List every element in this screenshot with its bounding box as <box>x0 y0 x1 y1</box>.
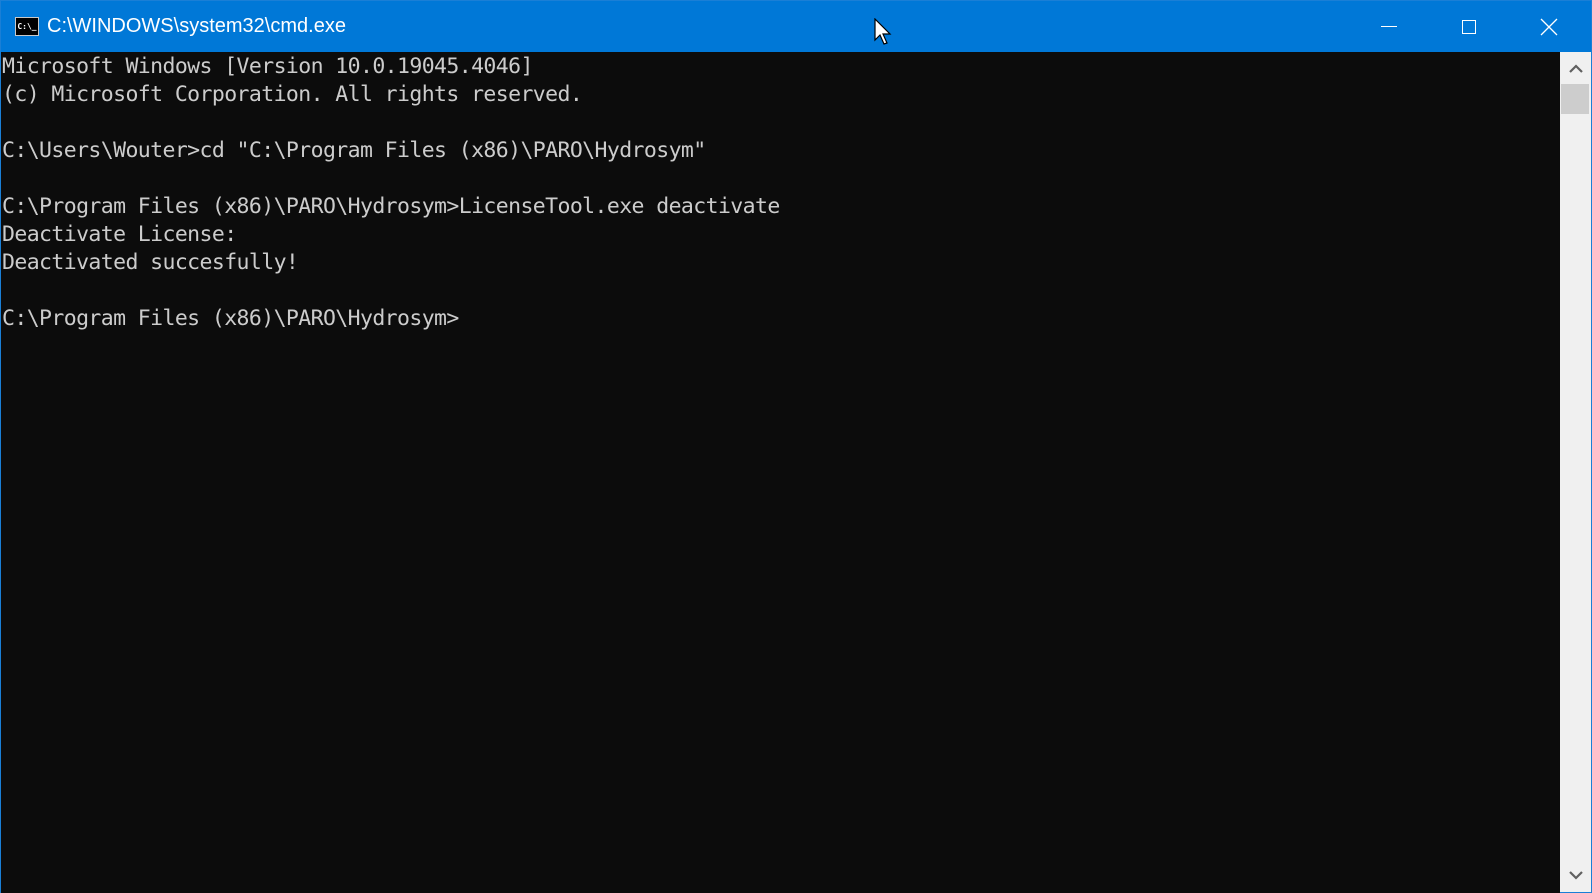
cmd-window: C:\_ C:\WINDOWS\system32\cmd.exe Microso… <box>0 0 1592 893</box>
close-icon <box>1540 18 1558 35</box>
scroll-down-button[interactable] <box>1560 860 1591 890</box>
maximize-icon <box>1462 19 1476 34</box>
scroll-thumb[interactable] <box>1561 84 1589 114</box>
command-prompt[interactable]: C:\Program Files (x86)\PARO\Hydrosym> <box>2 305 1560 333</box>
cmd-icon[interactable]: C:\_ <box>15 17 39 36</box>
vertical-scrollbar[interactable] <box>1560 52 1591 892</box>
terminal-line: Deactivated succesfully! <box>2 250 299 275</box>
terminal-line: Microsoft Windows [Version 10.0.19045.40… <box>2 54 533 79</box>
terminal-line: C:\Program Files (x86)\PARO\Hydrosym>Lic… <box>2 194 780 219</box>
minimize-button[interactable] <box>1349 1 1429 52</box>
chevron-up-icon <box>1568 64 1583 73</box>
close-button[interactable] <box>1509 1 1589 52</box>
title-bar[interactable]: C:\_ C:\WINDOWS\system32\cmd.exe <box>1 1 1591 52</box>
scroll-up-button[interactable] <box>1560 54 1591 84</box>
mouse-cursor-icon <box>874 18 892 45</box>
chevron-down-icon <box>1568 871 1583 880</box>
terminal-output[interactable]: Microsoft Windows [Version 10.0.19045.40… <box>1 52 1560 893</box>
maximize-button[interactable] <box>1429 1 1509 52</box>
terminal-line: Deactivate License: <box>2 222 237 247</box>
terminal-line: C:\Users\Wouter>cd "C:\Program Files (x8… <box>2 138 706 163</box>
terminal-line: (c) Microsoft Corporation. All rights re… <box>2 82 583 107</box>
minimize-icon <box>1381 26 1397 27</box>
window-title: C:\WINDOWS\system32\cmd.exe <box>47 15 346 37</box>
